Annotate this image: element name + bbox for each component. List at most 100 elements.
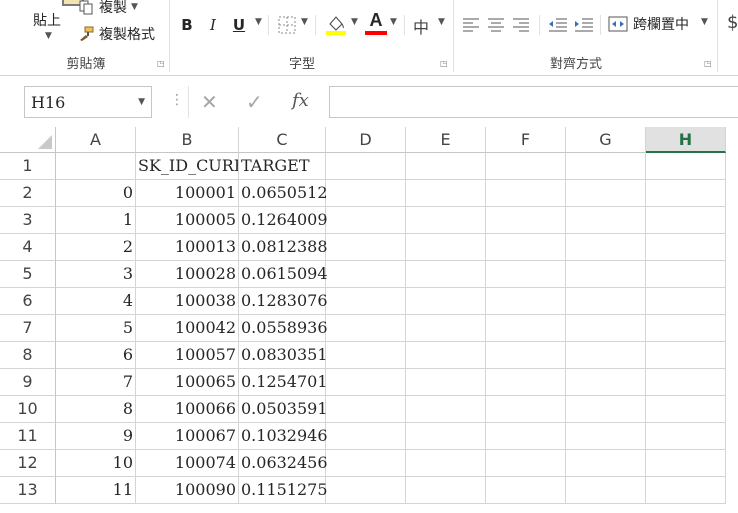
cell-g10[interactable]	[566, 396, 646, 423]
cell-f10[interactable]	[486, 396, 566, 423]
cell-d11[interactable]	[326, 423, 406, 450]
row-header-2[interactable]: 2	[0, 180, 56, 207]
cell-a3[interactable]: 1	[56, 207, 136, 234]
cell-f1[interactable]	[486, 153, 566, 180]
cell-g9[interactable]	[566, 369, 646, 396]
cell-g2[interactable]	[566, 180, 646, 207]
cell-c5[interactable]: 0.0615094	[239, 261, 328, 288]
cell-f5[interactable]	[486, 261, 566, 288]
cell-h5[interactable]	[646, 261, 726, 288]
cell-b2[interactable]: 100001	[136, 180, 239, 207]
cell-a13[interactable]: 11	[56, 477, 136, 504]
cell-b5[interactable]: 100028	[136, 261, 239, 288]
font-color-button[interactable]: A	[364, 10, 388, 35]
cell-b9[interactable]: 100065	[136, 369, 239, 396]
decrease-indent-button[interactable]	[548, 16, 568, 36]
bold-button[interactable]: B	[178, 14, 196, 36]
cell-e13[interactable]	[406, 477, 486, 504]
cell-b13[interactable]: 100090	[136, 477, 239, 504]
cell-e1[interactable]	[406, 153, 486, 180]
cell-b8[interactable]: 100057	[136, 342, 239, 369]
phonetic-guide-icon[interactable]: 中	[413, 14, 429, 38]
cell-g11[interactable]	[566, 423, 646, 450]
align-right-button[interactable]	[512, 16, 530, 36]
select-all-button[interactable]	[0, 127, 56, 153]
cell-a11[interactable]: 9	[56, 423, 136, 450]
cell-c1[interactable]: TARGET	[239, 153, 326, 180]
cell-c4[interactable]: 0.0812388	[239, 234, 328, 261]
cell-a6[interactable]: 4	[56, 288, 136, 315]
cell-d9[interactable]	[326, 369, 406, 396]
cell-b7[interactable]: 100042	[136, 315, 239, 342]
row-header-1[interactable]: 1	[0, 153, 56, 180]
cell-f12[interactable]	[486, 450, 566, 477]
cell-f11[interactable]	[486, 423, 566, 450]
cell-c2[interactable]: 0.0650512	[239, 180, 328, 207]
cell-b12[interactable]: 100074	[136, 450, 239, 477]
column-header-c[interactable]: C	[239, 127, 326, 153]
column-header-f[interactable]: F	[486, 127, 566, 153]
border-button[interactable]	[277, 15, 297, 39]
cell-h4[interactable]	[646, 234, 726, 261]
row-header-11[interactable]: 11	[0, 423, 56, 450]
row-header-5[interactable]: 5	[0, 261, 56, 288]
cell-d7[interactable]	[326, 315, 406, 342]
cell-d13[interactable]	[326, 477, 406, 504]
formula-input[interactable]	[329, 86, 738, 118]
font-color-dropdown-icon[interactable]: ▼	[390, 17, 397, 27]
row-header-10[interactable]: 10	[0, 396, 56, 423]
cell-g5[interactable]	[566, 261, 646, 288]
name-box-dropdown-icon[interactable]: ▼	[138, 97, 145, 107]
cell-g6[interactable]	[566, 288, 646, 315]
cell-e5[interactable]	[406, 261, 486, 288]
cell-g8[interactable]	[566, 342, 646, 369]
cell-f8[interactable]	[486, 342, 566, 369]
clipboard-launcher-icon[interactable]: ◳	[157, 60, 165, 68]
cell-g12[interactable]	[566, 450, 646, 477]
fill-color-button[interactable]	[324, 12, 348, 40]
merge-center-button[interactable]: 跨欄置中	[608, 13, 689, 35]
paste-dropdown-icon[interactable]: ▼	[45, 31, 52, 41]
cell-e2[interactable]	[406, 180, 486, 207]
cell-b6[interactable]: 100038	[136, 288, 239, 315]
cell-c6[interactable]: 0.1283076	[239, 288, 328, 315]
align-center-button[interactable]	[487, 16, 505, 36]
row-header-8[interactable]: 8	[0, 342, 56, 369]
cell-d4[interactable]	[326, 234, 406, 261]
underline-dropdown-icon[interactable]: ▼	[255, 17, 262, 27]
column-header-h[interactable]: H	[646, 127, 726, 153]
cell-b3[interactable]: 100005	[136, 207, 239, 234]
cell-d6[interactable]	[326, 288, 406, 315]
cell-c10[interactable]: 0.0503591	[239, 396, 328, 423]
name-box[interactable]: H16 ▼	[24, 86, 152, 118]
cell-h9[interactable]	[646, 369, 726, 396]
underline-button[interactable]: U	[230, 14, 248, 36]
cell-f13[interactable]	[486, 477, 566, 504]
border-dropdown-icon[interactable]: ▼	[301, 17, 308, 27]
fill-color-dropdown-icon[interactable]: ▼	[351, 17, 358, 27]
align-left-button[interactable]	[462, 16, 480, 36]
cell-h2[interactable]	[646, 180, 726, 207]
cell-h11[interactable]	[646, 423, 726, 450]
cell-e9[interactable]	[406, 369, 486, 396]
phonetic-dropdown-icon[interactable]: ▼	[438, 17, 445, 27]
cell-g4[interactable]	[566, 234, 646, 261]
cell-f3[interactable]	[486, 207, 566, 234]
cell-a1[interactable]	[56, 153, 136, 180]
column-header-d[interactable]: D	[326, 127, 406, 153]
cell-f9[interactable]	[486, 369, 566, 396]
cell-a4[interactable]: 2	[56, 234, 136, 261]
increase-indent-button[interactable]	[574, 16, 594, 36]
cell-d3[interactable]	[326, 207, 406, 234]
cell-a2[interactable]: 0	[56, 180, 136, 207]
cell-e8[interactable]	[406, 342, 486, 369]
cell-g3[interactable]	[566, 207, 646, 234]
cell-f4[interactable]	[486, 234, 566, 261]
cell-b11[interactable]: 100067	[136, 423, 239, 450]
cell-e10[interactable]	[406, 396, 486, 423]
cell-c3[interactable]: 0.1264009	[239, 207, 328, 234]
column-header-g[interactable]: G	[566, 127, 646, 153]
cell-h13[interactable]	[646, 477, 726, 504]
cell-e12[interactable]	[406, 450, 486, 477]
confirm-entry-button[interactable]: ✓	[246, 90, 263, 114]
